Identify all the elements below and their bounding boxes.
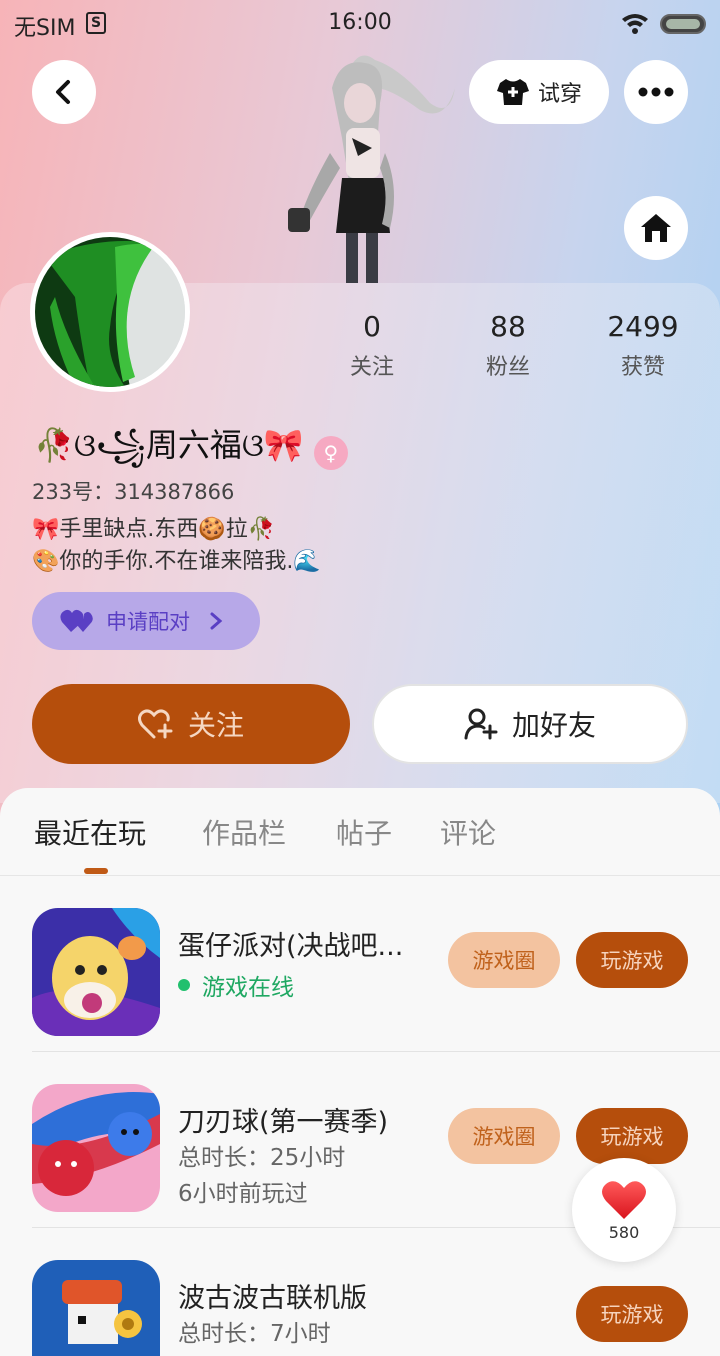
tab-posts[interactable]: 帖子 (336, 812, 392, 852)
stats-row: 0 关注 88 粉丝 2499 获赞 (300, 310, 720, 390)
play-duration: 总时长：7小时 (178, 1321, 331, 1347)
request-pair-label: 申请配对 (106, 610, 190, 634)
bio-line: 🎨你的手你.不在谁来陪我.🌊 (32, 549, 321, 574)
battery-icon (660, 14, 706, 34)
follow-button[interactable]: 关注 (32, 684, 350, 764)
stat-value: 2499 (607, 310, 679, 343)
request-pair-button[interactable]: 申请配对 (32, 592, 260, 650)
status-bar: 无SIM S 16:00 (0, 0, 720, 46)
game-circle-button[interactable]: 游戏圈 (448, 1108, 560, 1164)
game-circle-button[interactable]: 游戏圈 (448, 932, 560, 988)
game-title: 刀刃球(第一赛季) (178, 1107, 389, 1138)
try-on-label: 试穿 (537, 82, 582, 107)
female-icon: ♀ (313, 436, 348, 470)
stat-following[interactable]: 0 关注 (302, 310, 442, 381)
chevron-left-icon (56, 80, 70, 104)
like-float-button[interactable]: 580 (572, 1158, 676, 1262)
play-duration: 总时长：25小时 (178, 1145, 346, 1171)
last-played: 6小时前玩过 (178, 1181, 308, 1207)
content-panel: 最近在玩 作品栏 帖子 评论 蛋仔派对(决战吧... 游戏在线 游戏圈 玩游戏 (0, 788, 720, 1356)
like-count: 580 (608, 1222, 640, 1242)
more-button[interactable] (624, 60, 688, 124)
follow-label: 关注 (187, 709, 244, 742)
tab-indicator (84, 868, 108, 874)
double-heart-icon (60, 609, 93, 632)
play-game-button[interactable]: 玩游戏 (576, 1286, 688, 1342)
game-icon-bogu[interactable] (32, 1260, 160, 1356)
stat-label: 获赞 (620, 355, 665, 380)
eggy-party-icon (32, 908, 160, 1036)
stat-label: 粉丝 (485, 355, 530, 380)
character-model-image (288, 55, 455, 283)
heart-plus-icon (137, 709, 173, 739)
avatar-figure[interactable] (280, 48, 460, 288)
stat-fans[interactable]: 88 粉丝 (438, 310, 578, 381)
clock: 16:00 (328, 10, 392, 35)
home-icon (641, 214, 671, 242)
try-on-button[interactable]: 试穿 (469, 60, 609, 124)
stat-value: 88 (490, 310, 526, 343)
chevron-right-icon (210, 612, 223, 630)
more-dots-icon (638, 87, 674, 97)
home-button[interactable] (624, 196, 688, 260)
avatar[interactable] (30, 232, 190, 392)
tab-works[interactable]: 作品栏 (202, 812, 286, 852)
bio: 🎀手里缺点.东西🍪拉🥀 🎨你的手你.不在谁来陪我.🌊 (32, 514, 321, 578)
list-item[interactable]: 蛋仔派对(决战吧... 游戏在线 游戏圈 玩游戏 (0, 876, 720, 1052)
game-title: 蛋仔派对(决战吧... (178, 931, 404, 962)
blade-ball-icon (32, 1084, 160, 1212)
user-id: 233号：314387866 (32, 480, 235, 504)
play-game-button[interactable]: 玩游戏 (576, 932, 688, 988)
wifi-icon (622, 14, 648, 34)
tshirt-icon (496, 79, 529, 105)
add-user-icon (464, 708, 498, 740)
tab-comments[interactable]: 评论 (440, 812, 496, 852)
tab-recent[interactable]: 最近在玩 (34, 812, 146, 852)
online-dot-icon (178, 979, 190, 991)
game-title: 波古波古联机版 (178, 1283, 367, 1314)
heart-icon (602, 1180, 646, 1219)
online-label: 游戏在线 (202, 975, 294, 1001)
add-friend-button[interactable]: 加好友 (372, 684, 688, 764)
play-game-button[interactable]: 玩游戏 (576, 1108, 688, 1164)
bogu-icon (32, 1260, 160, 1356)
avatar-image (35, 237, 185, 387)
stat-value: 0 (363, 310, 381, 343)
game-icon-eggy-party[interactable] (32, 908, 160, 1036)
add-friend-label: 加好友 (511, 709, 596, 742)
back-button[interactable] (32, 60, 96, 124)
bio-line: 🎀手里缺点.东西🍪拉🥀 (32, 517, 276, 542)
tab-bar: 最近在玩 作品栏 帖子 评论 (0, 788, 720, 876)
stat-label: 关注 (349, 355, 394, 380)
stat-likes[interactable]: 2499 获赞 (573, 310, 713, 381)
game-icon-blade-ball[interactable] (32, 1084, 160, 1212)
online-status: 游戏在线 (178, 968, 294, 1002)
